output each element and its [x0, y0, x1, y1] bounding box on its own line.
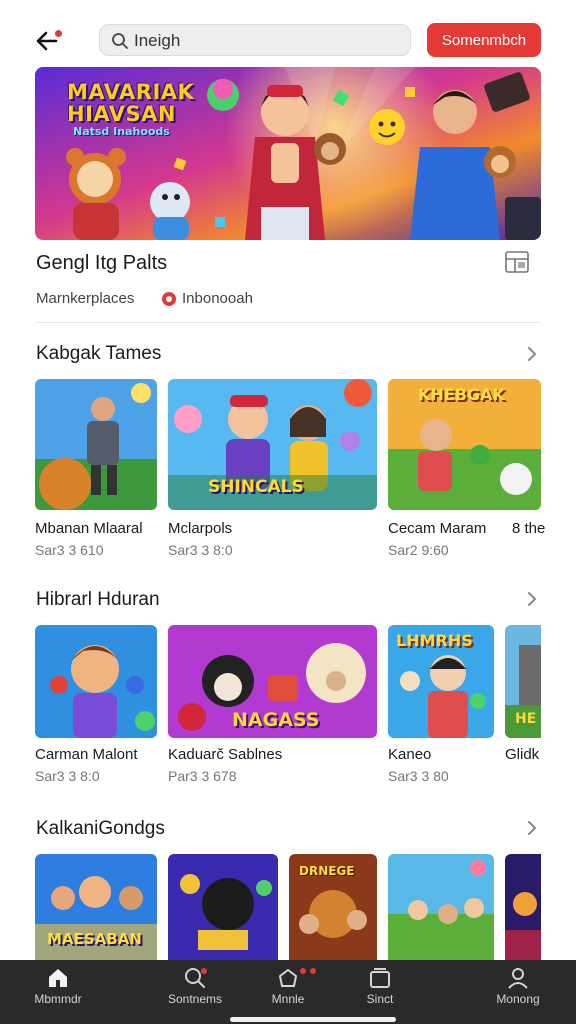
game-logo-text: MAESABAN — [47, 930, 142, 948]
game-name: Mclarpols — [168, 520, 233, 537]
nav-library[interactable]: Sinct — [332, 960, 428, 1024]
game-price: Sar3 3 610 — [35, 542, 104, 558]
library-icon — [370, 968, 390, 988]
game-logo-text: NAGASS — [232, 709, 320, 731]
chip-inbox[interactable]: Inbonooah — [162, 290, 253, 307]
chevron-right-icon[interactable] — [524, 346, 540, 362]
chevron-right-icon[interactable] — [524, 591, 540, 607]
top-bar: Somenmbch — [0, 22, 576, 58]
game-name: Kaduarč Sablnes — [168, 746, 283, 763]
game-thumbnail — [35, 379, 157, 510]
game-price: Sar3 3 8:0 — [168, 542, 233, 558]
game-logo-text: LHMRHS — [396, 631, 473, 650]
game-thumbnail — [35, 625, 157, 738]
game-thumbnail: LHMRHS — [388, 625, 494, 738]
game-price: Sar3 3 8:0 — [35, 768, 100, 784]
back-button[interactable] — [32, 26, 66, 56]
chip-marketplace[interactable]: Marnkerplaces — [36, 290, 134, 307]
chevron-right-icon[interactable] — [524, 820, 540, 836]
game-thumbnail: SHINCALS — [168, 379, 377, 510]
game-logo-text: DRNEGE — [299, 864, 355, 878]
banner-subtitle: Natsd Inahoods — [73, 125, 170, 138]
game-logo-text: KHEBGAK — [418, 385, 505, 404]
game-thumbnail: DRNEGE — [289, 854, 377, 960]
chip-inbox-label: Inbonooah — [182, 290, 253, 307]
search-input[interactable] — [134, 29, 394, 53]
notification-dot — [55, 30, 62, 37]
banner-title: MAVARIAK HIAVSAN — [67, 80, 195, 126]
search-bar[interactable] — [99, 24, 411, 56]
header-action-button[interactable]: Somenmbch — [427, 23, 541, 57]
divider — [35, 322, 541, 323]
home-indicator — [230, 1017, 396, 1022]
game-thumbnail — [505, 854, 541, 960]
game-name: Kaneo — [388, 746, 432, 763]
notification-dot — [201, 968, 207, 974]
game-price: Sar2 9:60 — [388, 542, 449, 558]
game-name: Glidk — [505, 746, 540, 763]
bottom-navigation: Mbmmdr Sontnems Mnnle Sinct Monong — [0, 960, 576, 1024]
game-price: Par3 3 678 — [168, 768, 237, 784]
hero-banner[interactable]: MAVARIAK HIAVSAN Natsd Inahoods — [35, 67, 541, 240]
inbox-icon — [162, 292, 176, 306]
nav-label: Monong — [496, 992, 540, 1006]
game-price: Sar3 3 80 — [388, 768, 449, 784]
game-thumbnail: KHEBGAK — [388, 379, 541, 510]
nav-label: Mbmmdr — [34, 992, 82, 1006]
search-icon — [112, 33, 128, 49]
game-logo-text: SHINCALS — [208, 477, 304, 497]
nav-label: Sontnems — [167, 992, 223, 1006]
game-thumbnail — [168, 854, 278, 960]
profile-icon — [508, 968, 528, 989]
game-thumbnail: NAGASS — [168, 625, 377, 738]
game-thumbnail: HE — [505, 625, 541, 738]
game-thumbnail: MAESABAN — [35, 854, 157, 960]
game-thumbnail — [388, 854, 494, 960]
layout-grid-icon[interactable] — [505, 251, 529, 273]
game-name: Mbanan Mlaaral — [35, 520, 143, 537]
notification-dot — [310, 968, 316, 974]
app-page: Somenmbch — [0, 0, 576, 1024]
nav-bag[interactable]: Mnnle — [240, 960, 336, 1024]
game-name: Cecam Maram — [388, 520, 487, 537]
section-title: KalkaniGondgs — [36, 818, 165, 839]
game-name: 8 the — [512, 520, 546, 537]
nav-label: Mnnle — [271, 992, 305, 1006]
notification-dot — [300, 968, 306, 974]
nav-home[interactable]: Mbmmdr — [10, 960, 106, 1024]
home-icon — [49, 969, 67, 987]
game-name: Carman Malont — [35, 746, 138, 763]
nav-profile[interactable]: Monong — [470, 960, 566, 1024]
section-title: Hibrarl Hduran — [36, 589, 160, 610]
bag-icon — [279, 969, 297, 987]
store-title: Gengl Itg Palts — [36, 252, 168, 274]
nav-search[interactable]: Sontnems — [147, 960, 243, 1024]
nav-label: Sinct — [366, 992, 394, 1006]
section-title: Kabgak Tames — [36, 343, 162, 364]
game-logo-text: HE — [515, 711, 537, 727]
